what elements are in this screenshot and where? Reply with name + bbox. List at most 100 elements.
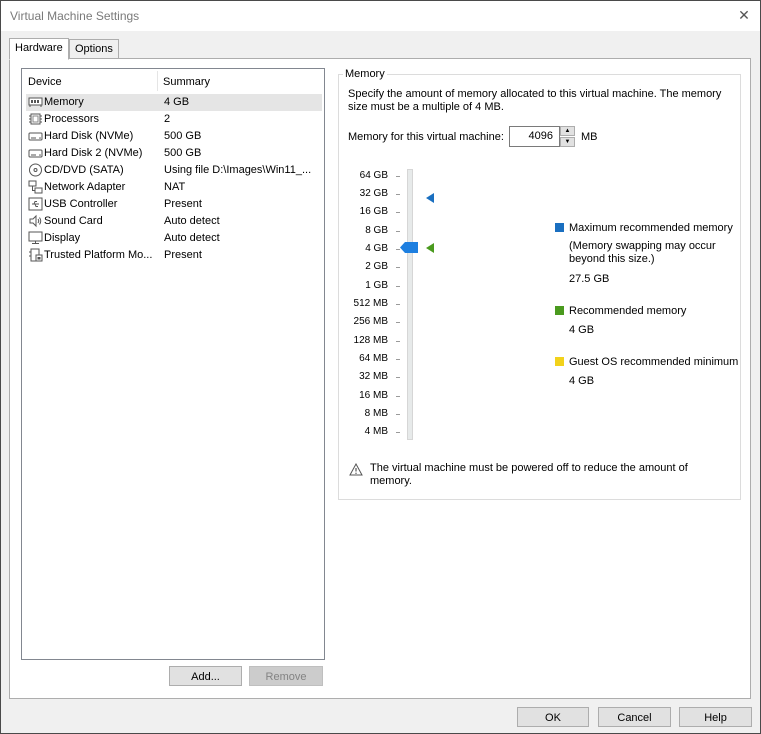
scale-label: 8 GB bbox=[365, 225, 388, 236]
max-recommended-marker bbox=[426, 193, 434, 203]
recommended-label: Recommended memory bbox=[569, 305, 687, 317]
scale-tick bbox=[396, 359, 400, 360]
cd-dvd-icon bbox=[29, 163, 42, 177]
scale-label: 8 MB bbox=[364, 408, 388, 419]
scale-label: 512 MB bbox=[353, 298, 388, 309]
network-adapter-icon bbox=[28, 180, 43, 194]
device-name: CD/DVD (SATA) bbox=[44, 164, 124, 176]
minimum-label: Guest OS recommended minimum bbox=[569, 356, 739, 368]
stepper-up-icon[interactable]: ▲ bbox=[560, 126, 575, 136]
device-summary: Present bbox=[164, 198, 202, 210]
device-name: Trusted Platform Mo... bbox=[44, 249, 153, 261]
device-row-memory[interactable]: Memory 4 GB bbox=[26, 94, 322, 111]
device-summary: 4 GB bbox=[164, 96, 190, 108]
tab-hardware[interactable]: Hardware bbox=[9, 38, 69, 60]
title-bar: Virtual Machine Settings ✕ bbox=[1, 1, 760, 31]
scale-label: 16 MB bbox=[359, 390, 388, 401]
recommended-value: 4 GB bbox=[569, 324, 595, 336]
device-summary: NAT bbox=[164, 181, 186, 193]
device-summary: 500 GB bbox=[164, 147, 202, 159]
minimum-swatch bbox=[555, 357, 564, 366]
device-name: Display bbox=[44, 232, 81, 244]
scale-tick bbox=[396, 267, 400, 268]
scale-tick bbox=[396, 396, 400, 397]
stepper-down-icon[interactable]: ▼ bbox=[560, 137, 575, 147]
device-summary: 2 bbox=[164, 113, 171, 125]
memory-icon bbox=[28, 97, 43, 107]
device-name: Hard Disk (NVMe) bbox=[44, 130, 134, 142]
scale-label: 2 GB bbox=[365, 261, 388, 272]
device-summary: Auto detect bbox=[164, 232, 220, 244]
speaker-icon bbox=[29, 214, 42, 228]
device-name: Hard Disk 2 (NVMe) bbox=[44, 147, 143, 159]
scale-tick bbox=[396, 212, 400, 213]
warning-icon bbox=[349, 463, 363, 476]
usb-icon bbox=[28, 197, 43, 211]
device-row-network-adapter[interactable]: Network Adapter NAT bbox=[26, 179, 322, 196]
device-row-hard-disk[interactable]: Hard Disk (NVMe) 500 GB bbox=[26, 128, 322, 145]
scale-tick bbox=[396, 176, 400, 177]
scale-label: 128 MB bbox=[353, 335, 388, 346]
device-name: Memory bbox=[44, 96, 84, 108]
remove-button[interactable]: Remove bbox=[249, 666, 323, 686]
device-name: Processors bbox=[44, 113, 100, 125]
scale-label: 256 MB bbox=[353, 316, 388, 327]
cancel-button[interactable]: Cancel bbox=[598, 707, 671, 727]
scale-tick bbox=[396, 377, 400, 378]
max-recommended-label: Maximum recommended memory bbox=[569, 222, 733, 234]
memory-field-label: Memory for this virtual machine: bbox=[348, 131, 504, 143]
device-row-usb-controller[interactable]: USB Controller Present bbox=[26, 196, 322, 213]
scale-label: 32 GB bbox=[359, 188, 388, 199]
scale-label: 16 GB bbox=[359, 206, 388, 217]
memory-group-label: Memory bbox=[343, 68, 387, 80]
memory-slider-track[interactable] bbox=[407, 169, 413, 440]
device-summary: 500 GB bbox=[164, 130, 202, 142]
scale-label: 4 GB bbox=[365, 243, 388, 254]
scale-tick bbox=[396, 341, 400, 342]
device-summary: Present bbox=[164, 249, 202, 261]
hard-disk-icon bbox=[28, 149, 43, 158]
max-recommended-note: (Memory swapping may occur beyond this s… bbox=[569, 240, 716, 265]
device-row-hard-disk-2[interactable]: Hard Disk 2 (NVMe) 500 GB bbox=[26, 145, 322, 162]
processor-icon bbox=[29, 113, 42, 125]
tpm-icon bbox=[29, 248, 43, 262]
scale-label: 64 MB bbox=[359, 353, 388, 364]
device-row-processors[interactable]: Processors 2 bbox=[26, 111, 322, 128]
device-list[interactable]: Device Summary Memory 4 GB Processors 2 … bbox=[21, 68, 325, 660]
scale-tick bbox=[396, 231, 400, 232]
column-header-summary[interactable]: Summary bbox=[163, 76, 210, 88]
window-title: Virtual Machine Settings bbox=[10, 9, 140, 23]
device-name: Network Adapter bbox=[44, 181, 126, 193]
monitor-icon bbox=[28, 231, 43, 244]
scale-label: 64 GB bbox=[359, 170, 388, 181]
add-button[interactable]: Add... bbox=[169, 666, 242, 686]
tab-options[interactable]: Options bbox=[69, 39, 119, 59]
memory-stepper[interactable]: ▲ ▼ bbox=[560, 126, 575, 147]
device-row-display[interactable]: Display Auto detect bbox=[26, 230, 322, 247]
device-row-sound-card[interactable]: Sound Card Auto detect bbox=[26, 213, 322, 230]
memory-description: Specify the amount of memory allocated t… bbox=[348, 88, 722, 113]
scale-label: 1 GB bbox=[365, 280, 388, 291]
max-recommended-value: 27.5 GB bbox=[569, 273, 610, 285]
device-row-trusted-platform-module[interactable]: Trusted Platform Mo... Present bbox=[26, 247, 322, 264]
recommended-swatch bbox=[555, 306, 564, 315]
scale-tick bbox=[396, 304, 400, 305]
scale-label: 4 MB bbox=[364, 426, 388, 437]
memory-input[interactable]: 4096 bbox=[509, 126, 560, 147]
device-row-cd-dvd[interactable]: CD/DVD (SATA) Using file D:\Images\Win11… bbox=[26, 162, 322, 179]
memory-slider-thumb[interactable] bbox=[400, 242, 418, 253]
recommended-marker bbox=[426, 243, 434, 253]
device-summary: Auto detect bbox=[164, 215, 220, 227]
device-summary: Using file D:\Images\Win11_... bbox=[164, 164, 312, 176]
scale-label: 32 MB bbox=[359, 371, 388, 382]
help-button[interactable]: Help bbox=[679, 707, 752, 727]
ok-button[interactable]: OK bbox=[517, 707, 589, 727]
device-name: USB Controller bbox=[44, 198, 118, 210]
close-icon[interactable]: ✕ bbox=[736, 7, 752, 23]
column-separator[interactable] bbox=[157, 71, 158, 91]
column-header-device[interactable]: Device bbox=[28, 76, 62, 88]
device-name: Sound Card bbox=[44, 215, 103, 227]
device-list-header: Device Summary bbox=[22, 69, 324, 93]
scale-tick bbox=[396, 286, 400, 287]
scale-tick bbox=[396, 432, 400, 433]
